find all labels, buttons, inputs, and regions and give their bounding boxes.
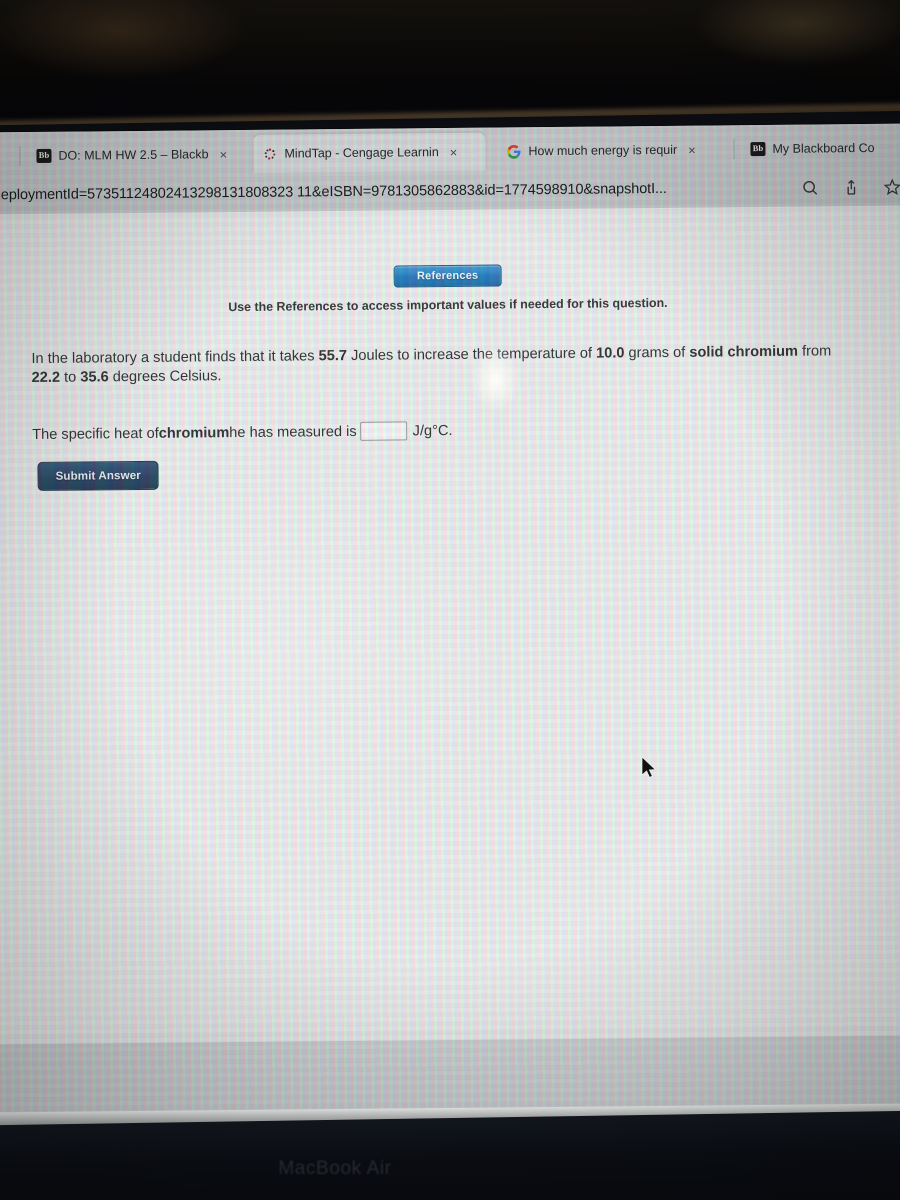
q-substance: solid chromium [689, 343, 799, 361]
answer-units: J/g°C. [412, 422, 453, 440]
q-temp-initial: 22.2 [31, 369, 61, 386]
page-viewport: References Use the References to access … [0, 205, 900, 1125]
answer-substance: chromium [158, 424, 230, 442]
references-hint: Use the References to access important v… [228, 295, 668, 315]
references-button-wrap: References [0, 261, 900, 292]
tab-close-icon[interactable]: × [450, 144, 458, 159]
tab-separator [733, 139, 735, 160]
browser-tab-mindtap[interactable]: MindTap - Cengage Learnin × [253, 132, 486, 173]
q-text-a: In the laboratory a student finds that i… [31, 348, 319, 368]
laptop-photo: × Bb DO: MLM HW 2.5 – Blackb × [0, 0, 900, 1200]
q-text-f: degrees Celsius. [108, 367, 222, 385]
mouse-cursor [641, 756, 659, 780]
search-icon[interactable] [801, 178, 820, 197]
q-text-b: Joules to increase the temperature of [346, 345, 597, 364]
tab-close-icon[interactable]: × [219, 147, 227, 162]
tab-close-icon[interactable]: × [688, 142, 696, 157]
tab-title: How much energy is requir [528, 142, 678, 159]
answer-text-a: The specific heat of [32, 425, 159, 443]
blackboard-icon: Bb [36, 148, 52, 163]
q-text-e: to [59, 369, 81, 386]
q-temp-final: 35.6 [80, 368, 109, 386]
question-block: In the laboratory a student finds that i… [31, 342, 832, 444]
references-button[interactable]: References [393, 264, 502, 288]
device-brand-label: MacBook Air [278, 1158, 392, 1179]
answer-prompt-row: The specific heat of chromium he has mea… [32, 418, 832, 445]
tab-title: DO: MLM HW 2.5 – Blackb [58, 147, 209, 163]
tab-title: My Blackboard Co [772, 140, 875, 156]
q-text-d: from [797, 343, 832, 360]
question-statement: In the laboratory a student finds that i… [31, 342, 831, 387]
screen-bezel-bottom [0, 1110, 900, 1200]
q-mass-value: 10.0 [595, 345, 625, 362]
share-icon[interactable] [842, 178, 861, 197]
q-text-c: grams of [624, 344, 690, 362]
bookmark-star-icon[interactable] [883, 178, 900, 197]
q-energy-value: 55.7 [318, 347, 348, 365]
submit-answer-button[interactable]: Submit Answer [37, 460, 159, 491]
browser-chrome: × Bb DO: MLM HW 2.5 – Blackb × [0, 123, 900, 215]
browser-tab-blackboard-hw[interactable]: Bb DO: MLM HW 2.5 – Blackb × [27, 135, 247, 175]
answer-text-b: he has measured is [229, 423, 357, 441]
laptop-screen: × Bb DO: MLM HW 2.5 – Blackb × [0, 123, 900, 1125]
google-icon [506, 144, 521, 159]
browser-tab-google-search[interactable]: How much energy is requir × [497, 130, 729, 170]
tab-title: MindTap - Cengage Learnin [284, 145, 439, 161]
url-text[interactable]: ml?deploymentId=573511248024132981318083… [0, 181, 667, 204]
browser-tab-my-blackboard[interactable]: Bb My Blackboard Co [741, 129, 900, 169]
cengage-icon [262, 146, 277, 161]
specific-heat-input[interactable] [360, 421, 408, 442]
tab-separator [19, 146, 21, 167]
blackboard-icon: Bb [750, 141, 766, 156]
address-bar-icons [801, 178, 900, 198]
